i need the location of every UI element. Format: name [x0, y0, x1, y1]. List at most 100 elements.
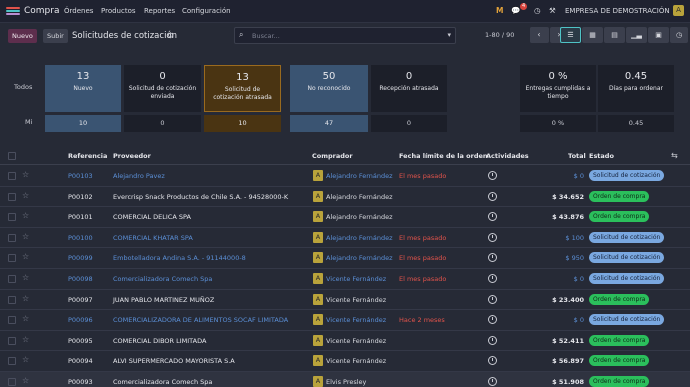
activity-clock-icon[interactable] — [488, 274, 497, 283]
row-checkbox[interactable] — [8, 233, 16, 242]
mine-not-acknowledged[interactable]: 47 — [290, 115, 368, 132]
clock-icon[interactable]: ◷ — [534, 6, 541, 15]
table-row[interactable]: ☆ P00096 COMERCIALIZADORA DE ALIMENTOS SOC… — [0, 310, 690, 331]
pivot-view-button[interactable]: ▤ — [604, 27, 625, 43]
menu-reports[interactable]: Reportes — [144, 7, 175, 15]
star-icon[interactable]: ☆ — [22, 252, 29, 261]
row-reference[interactable]: P00097 — [68, 296, 93, 304]
table-row[interactable]: ☆ P00101 COMERCIAL DELICA SPA A Alejandro Fe… — [0, 207, 690, 228]
card-late-receipt[interactable]: 0 Recepción atrasada — [371, 65, 447, 112]
row-checkbox[interactable] — [8, 295, 16, 304]
column-options-icon[interactable]: ⇆ — [671, 151, 678, 160]
activity-clock-icon[interactable] — [488, 232, 497, 242]
table-row[interactable]: ☆ P00093 Comercializadora Comech Spa A Elvis… — [0, 372, 690, 387]
app-brand[interactable]: Compra — [24, 6, 60, 16]
star-icon[interactable]: ☆ — [22, 335, 29, 344]
menu-configuration[interactable]: Configuración — [182, 7, 231, 15]
company-switcher[interactable]: EMPRESA DE DEMOSTRACIÓN — [565, 7, 670, 15]
list-view-button[interactable]: ☰ — [560, 27, 581, 43]
row-checkbox[interactable] — [8, 316, 16, 325]
kanban-view-button[interactable]: ▦ — [582, 27, 603, 43]
table-row[interactable]: ☆ P00097 JUAN PABLO MARTINEZ MUÑOZ A Vicente… — [0, 290, 690, 311]
star-icon[interactable]: ☆ — [22, 376, 29, 385]
pager-value[interactable]: 1-80 / 90 — [485, 31, 514, 39]
tools-icon[interactable]: ⚒ — [549, 6, 556, 15]
row-reference[interactable]: P00096 — [68, 316, 93, 324]
table-row[interactable]: ☆ P00099 Embotelladora Andina S.A. - 91144… — [0, 248, 690, 269]
row-reference[interactable]: P00094 — [68, 357, 93, 365]
activity-clock-icon[interactable] — [488, 294, 497, 304]
chevron-down-icon[interactable]: ▾ — [447, 31, 451, 39]
col-reference[interactable]: Referencia — [68, 152, 107, 160]
star-icon[interactable]: ☆ — [22, 170, 29, 179]
row-checkbox[interactable] — [8, 357, 16, 366]
row-checkbox[interactable] — [8, 275, 16, 283]
activity-clock-icon[interactable] — [488, 212, 497, 222]
select-all-checkbox[interactable] — [8, 152, 16, 160]
row-reference[interactable]: P00102 — [68, 193, 93, 201]
row-reference[interactable]: P00095 — [68, 337, 93, 345]
mine-rfq-late[interactable]: 10 — [204, 115, 281, 132]
col-buyer[interactable]: Comprador — [312, 152, 353, 160]
calendar-view-button[interactable]: ▣ — [648, 27, 669, 43]
row-reference[interactable]: P00098 — [68, 275, 93, 283]
apps-menu-icon[interactable] — [6, 7, 20, 17]
table-row[interactable]: ☆ P00103 Alejandro Pavez A Alejandro Fernánd… — [0, 166, 690, 187]
card-not-acknowledged[interactable]: 50 No reconocido — [290, 65, 368, 112]
row-reference[interactable]: P00100 — [68, 234, 93, 242]
activity-clock-icon[interactable] — [488, 191, 497, 201]
row-vendor[interactable]: Embotelladora Andina S.A. - 91144000-8 — [113, 254, 246, 262]
row-vendor[interactable]: COMERCIAL KHATAR SPA — [113, 234, 193, 242]
menu-products[interactable]: Productos — [101, 7, 136, 15]
table-row[interactable]: ☆ P00095 COMERCIAL DIBOR LIMITADA A Vicente … — [0, 331, 690, 352]
row-reference[interactable]: P00093 — [68, 378, 93, 386]
row-reference[interactable]: P00103 — [68, 172, 93, 180]
col-deadline[interactable]: Fecha límite de la orden — [399, 152, 488, 160]
star-icon[interactable]: ☆ — [22, 191, 29, 200]
table-row[interactable]: ☆ P00094 ALVI SUPERMERCADO MAYORISTA S.A A V… — [0, 351, 690, 372]
activity-clock-icon[interactable] — [488, 335, 497, 345]
row-vendor[interactable]: Evercrisp Snack Productos de Chile S.A. … — [113, 193, 288, 201]
menu-orders[interactable]: Órdenes — [64, 7, 93, 15]
star-icon[interactable]: ☆ — [22, 314, 29, 323]
col-total[interactable]: Total — [568, 152, 586, 160]
row-checkbox[interactable] — [8, 192, 16, 201]
row-vendor[interactable]: ALVI SUPERMERCADO MAYORISTA S.A — [113, 357, 235, 365]
card-new[interactable]: 13 Nuevo — [45, 65, 121, 112]
col-status[interactable]: Estado — [589, 152, 614, 160]
chat-icon[interactable]: 💬 — [511, 6, 520, 15]
row-vendor[interactable]: COMERCIAL DELICA SPA — [113, 213, 191, 221]
row-checkbox[interactable] — [8, 336, 16, 345]
star-icon[interactable]: ☆ — [22, 211, 29, 220]
row-checkbox[interactable] — [8, 254, 16, 263]
table-row[interactable]: ☆ P00100 COMERCIAL KHATAR SPA A Alejandro Fe… — [0, 228, 690, 249]
row-vendor[interactable]: COMERCIALIZADORA DE ALIMENTOS SOCAF LIMI… — [113, 316, 288, 324]
prev-page-icon[interactable]: ‹ — [530, 27, 548, 43]
row-reference[interactable]: P00101 — [68, 213, 93, 221]
star-icon[interactable]: ☆ — [22, 232, 29, 241]
row-reference[interactable]: P00099 — [68, 254, 93, 262]
upload-button[interactable]: Subir — [43, 29, 68, 43]
mine-late-receipt[interactable]: 0 — [371, 115, 447, 132]
star-icon[interactable]: ☆ — [22, 294, 29, 303]
row-checkbox[interactable] — [8, 213, 16, 222]
row-vendor[interactable]: COMERCIAL DIBOR LIMITADA — [113, 337, 206, 345]
card-rfq-late[interactable]: 13 Solicitud de cotización atrasada — [204, 65, 281, 112]
search-bar[interactable]: ⌕ Buscar... ▾ — [234, 27, 456, 44]
row-checkbox[interactable] — [8, 172, 16, 180]
star-icon[interactable]: ☆ — [22, 355, 29, 364]
table-row[interactable]: ☆ P00098 Comercializadora Comech Spa A Vicen… — [0, 269, 690, 290]
activity-clock-icon[interactable] — [488, 315, 497, 325]
graph-view-button[interactable]: ▁▃ — [626, 27, 647, 43]
row-vendor[interactable]: JUAN PABLO MARTINEZ MUÑOZ — [113, 296, 214, 304]
activity-clock-icon[interactable] — [488, 253, 497, 263]
user-avatar[interactable]: A — [673, 5, 684, 16]
col-vendor[interactable]: Proveedor — [113, 152, 151, 160]
activity-view-button[interactable]: ◷ — [670, 27, 688, 43]
table-row[interactable]: ☆ P00102 Evercrisp Snack Productos de Chil… — [0, 187, 690, 208]
row-vendor[interactable]: Comercializadora Comech Spa — [113, 378, 212, 386]
col-activities[interactable]: Actividades — [486, 152, 529, 160]
gear-icon[interactable]: ⚙ — [167, 31, 174, 40]
mine-rfq-sent[interactable]: 0 — [124, 115, 201, 132]
row-checkbox[interactable] — [8, 378, 16, 386]
